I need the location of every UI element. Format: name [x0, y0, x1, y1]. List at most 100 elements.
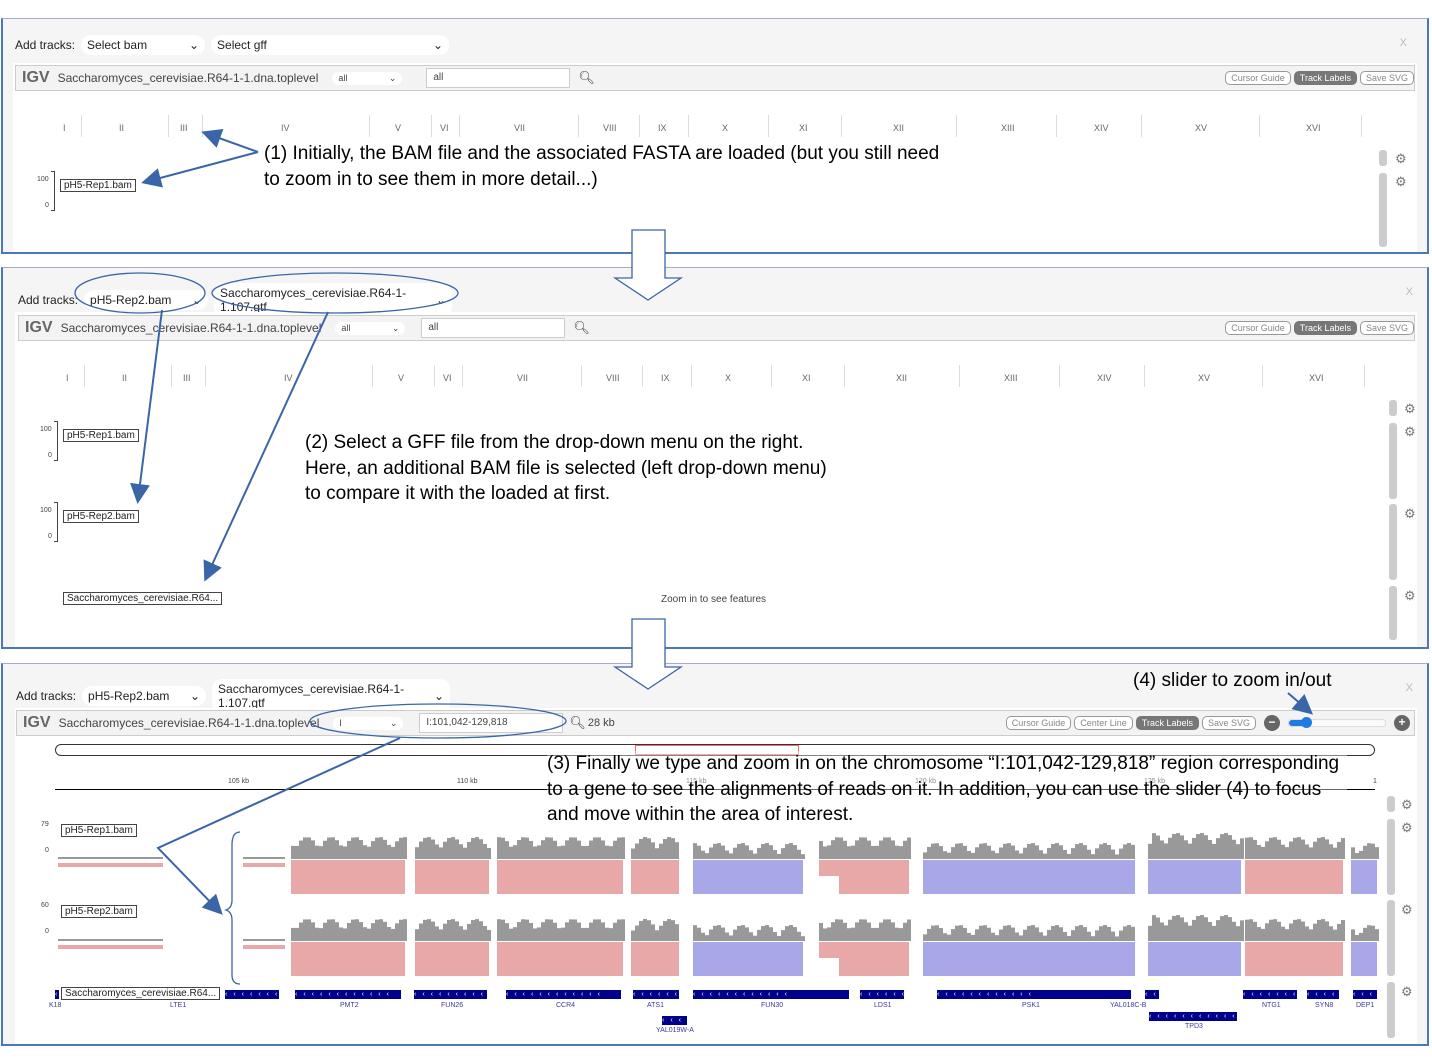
- cursor-guide-button[interactable]: Cursor Guide: [1225, 321, 1291, 335]
- chromosome-XV[interactable]: XV: [1195, 123, 1207, 133]
- coverage-bar: [1015, 932, 1019, 941]
- read-pileup: [1148, 942, 1241, 976]
- gene-YAL019W-A[interactable]: ‹‹‹‹‹‹‹‹‹‹‹‹: [662, 1016, 687, 1025]
- gene-CCR4[interactable]: ‹‹‹‹‹‹‹‹‹‹‹‹: [506, 990, 621, 999]
- chromosome-IX[interactable]: IX: [658, 123, 667, 133]
- chromosome-XVI[interactable]: XVI: [1309, 373, 1324, 383]
- track-label-rep2[interactable]: pH5-Rep2.bam: [63, 510, 139, 523]
- gene-DEP1[interactable]: ‹‹‹‹‹‹‹‹‹‹‹‹: [1353, 990, 1377, 999]
- bam-select[interactable]: Select bam ⌄: [81, 35, 206, 55]
- coverage-bar: [291, 927, 295, 941]
- chromosome-X[interactable]: X: [725, 373, 731, 383]
- save-svg-button[interactable]: Save SVG: [1359, 71, 1414, 85]
- track-label-annotation[interactable]: Saccharomyces_cerevisiae.R64...: [63, 592, 223, 605]
- scrollbar[interactable]: [1387, 900, 1395, 976]
- chromosome-select[interactable]: all ⌄: [335, 321, 406, 335]
- track-label-annotation[interactable]: Saccharomyces_cerevisiae.R64...: [61, 987, 221, 1000]
- gene-FUN30[interactable]: ‹‹‹‹‹‹‹‹‹‹‹‹: [693, 990, 849, 999]
- chromosome-III[interactable]: III: [183, 373, 191, 383]
- chromosome-I[interactable]: I: [63, 123, 66, 133]
- chromosome-VII[interactable]: VII: [517, 373, 528, 383]
- chromosome-VI[interactable]: VI: [443, 373, 452, 383]
- gene-TPD3[interactable]: ‹‹‹‹‹‹‹‹‹‹‹‹: [1149, 1012, 1237, 1021]
- coverage-bar: [1228, 835, 1232, 859]
- gene-PSK1[interactable]: ‹‹‹‹‹‹‹‹‹‹‹‹: [937, 990, 1131, 999]
- gene-NTG1[interactable]: ‹‹‹‹‹‹‹‹‹‹‹‹: [1243, 990, 1297, 999]
- gene-ATS1[interactable]: ‹‹‹‹‹‹‹‹‹‹‹‹: [633, 990, 679, 999]
- scrollbar[interactable]: [1379, 173, 1387, 247]
- scrollbar[interactable]: [1389, 423, 1397, 499]
- save-svg-button[interactable]: Save SVG: [1359, 321, 1414, 335]
- gene-SYN8[interactable]: ‹‹‹‹‹‹‹‹‹‹‹‹: [1307, 990, 1339, 999]
- gear-icon[interactable]: ⚙: [1401, 797, 1413, 813]
- chromosome-IX[interactable]: IX: [661, 373, 670, 383]
- chromosome-XII[interactable]: XII: [893, 123, 904, 133]
- gff-select[interactable]: Select gff ⌄: [211, 35, 450, 55]
- track-labels-button[interactable]: Track Labels: [1293, 71, 1357, 85]
- chromosome-VIII[interactable]: VIII: [603, 123, 617, 133]
- chromosome-XVI[interactable]: XVI: [1306, 123, 1321, 133]
- gear-icon[interactable]: ⚙: [1404, 588, 1416, 604]
- locus-input[interactable]: all: [421, 318, 566, 338]
- gear-icon[interactable]: ⚙: [1404, 424, 1416, 440]
- gear-icon[interactable]: ⚙: [1404, 401, 1416, 417]
- scrollbar[interactable]: [1387, 796, 1395, 812]
- chromosome-XIII[interactable]: XIII: [1001, 123, 1015, 133]
- chromosome-V[interactable]: V: [398, 373, 404, 383]
- track-label-rep1[interactable]: pH5-Rep1.bam: [63, 429, 139, 442]
- chromosome-III[interactable]: III: [180, 123, 188, 133]
- scrollbar[interactable]: [1387, 819, 1395, 895]
- gene-PMT2[interactable]: ‹‹‹‹‹‹‹‹‹‹‹‹: [295, 990, 401, 999]
- coverage-bar: [1047, 929, 1051, 941]
- chromosome-XIV[interactable]: XIV: [1094, 123, 1109, 133]
- scrollbar[interactable]: [1389, 400, 1397, 416]
- bam-select[interactable]: pH5-Rep2.bam ⌄: [84, 290, 209, 310]
- scrollbar[interactable]: [1379, 150, 1387, 166]
- gear-icon[interactable]: ⚙: [1395, 174, 1407, 190]
- gene-K18[interactable]: ‹‹‹‹‹‹‹‹‹‹‹‹: [55, 990, 59, 999]
- gear-icon[interactable]: ⚙: [1404, 506, 1416, 522]
- gene-FUN26[interactable]: ‹‹‹‹‹‹‹‹‹‹‹‹: [414, 990, 487, 999]
- coverage-bar: [663, 921, 667, 941]
- chromosome-XII[interactable]: XII: [896, 373, 907, 383]
- scrollbar[interactable]: [1387, 982, 1395, 1038]
- chromosome-XI[interactable]: XI: [799, 123, 808, 133]
- gear-icon[interactable]: ⚙: [1395, 151, 1407, 167]
- search-icon[interactable]: 🔍︎: [578, 70, 595, 86]
- chromosome-IV[interactable]: IV: [281, 123, 290, 133]
- scrollbar[interactable]: [1389, 504, 1397, 580]
- chromosome-select[interactable]: all ⌄: [332, 71, 403, 85]
- chromosome-II[interactable]: II: [119, 123, 124, 133]
- coverage-bar: [347, 922, 351, 941]
- chromosome-XV[interactable]: XV: [1198, 373, 1210, 383]
- chromosome-V[interactable]: V: [395, 123, 401, 133]
- chromosome-XIV[interactable]: XIV: [1097, 373, 1112, 383]
- close-button[interactable]: X: [1400, 37, 1407, 49]
- scrollbar[interactable]: [1389, 586, 1397, 640]
- chromosome-X[interactable]: X: [722, 123, 728, 133]
- gear-icon[interactable]: ⚙: [1401, 902, 1413, 918]
- chromosome-XI[interactable]: XI: [802, 373, 811, 383]
- chromosome-II[interactable]: II: [122, 373, 127, 383]
- chromosome-VIII[interactable]: VIII: [606, 373, 620, 383]
- gene-label: NTG1: [1262, 1002, 1281, 1009]
- chromosome-VII[interactable]: VII: [514, 123, 525, 133]
- chromosome-XIII[interactable]: XIII: [1004, 373, 1018, 383]
- track-labels-button[interactable]: Track Labels: [1293, 321, 1357, 335]
- close-button[interactable]: X: [1406, 286, 1413, 298]
- search-icon[interactable]: 🔍︎: [573, 320, 590, 336]
- gene-YAL018C-B[interactable]: ‹‹‹‹‹‹‹‹‹‹‹‹: [1145, 990, 1159, 999]
- coverage-bar: [631, 930, 635, 941]
- track-label-rep1[interactable]: pH5-Rep1.bam: [60, 179, 136, 192]
- gear-icon[interactable]: ⚙: [1401, 984, 1413, 1000]
- gene-LDS1[interactable]: ‹‹‹‹‹‹‹‹‹‹‹‹: [860, 990, 904, 999]
- chromosome-IV[interactable]: IV: [284, 373, 293, 383]
- gene-LTE1[interactable]: ‹‹‹‹‹‹‹‹‹‹‹‹: [225, 990, 279, 999]
- coverage-bar: [601, 922, 605, 941]
- gear-icon[interactable]: ⚙: [1401, 820, 1413, 836]
- coverage-bar: [647, 920, 651, 941]
- chromosome-VI[interactable]: VI: [440, 123, 449, 133]
- locus-input[interactable]: all: [426, 68, 571, 88]
- cursor-guide-button[interactable]: Cursor Guide: [1225, 71, 1291, 85]
- chromosome-I[interactable]: I: [66, 373, 69, 383]
